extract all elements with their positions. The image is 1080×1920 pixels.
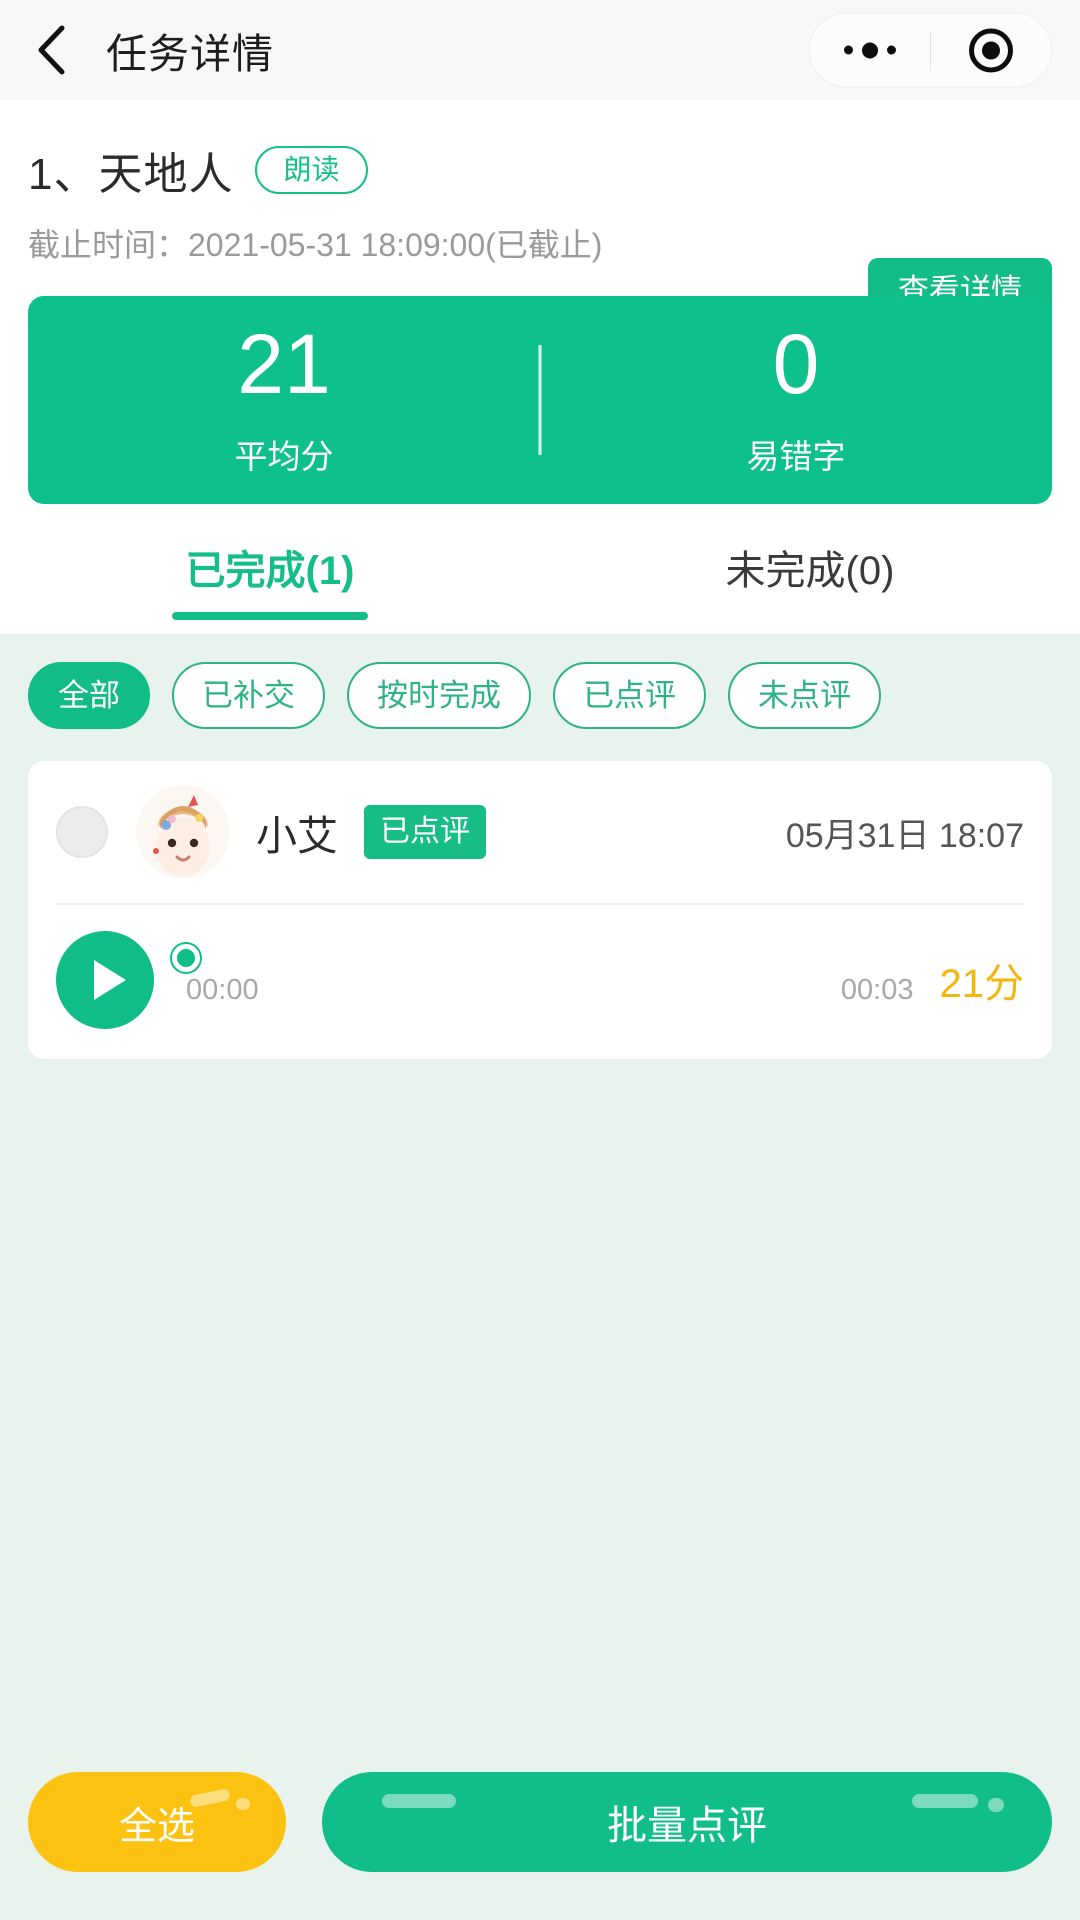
tab-active-underline [712, 612, 908, 620]
tab-uncompleted[interactable]: 未完成(0) [540, 538, 1080, 634]
select-all-button[interactable]: 全选 [28, 1772, 286, 1872]
tab-active-underline [172, 612, 368, 620]
filter-chip-reviewed[interactable]: 已点评 [553, 662, 706, 729]
button-gloss [912, 1794, 978, 1808]
more-dots-icon [844, 42, 896, 58]
button-gloss [189, 1787, 231, 1809]
navigation-bar: 任务详情 [0, 0, 1080, 100]
score-value: 21分 [939, 962, 1025, 1006]
close-miniprogram-button[interactable] [931, 14, 1051, 87]
stat-error-characters: 0 易错字 [540, 322, 1052, 478]
audio-player: 00:00 00:03 21分 [56, 905, 1024, 1029]
batch-review-label: 批量点评 [607, 1804, 767, 1848]
submit-time: 05月31日 18:07 [785, 816, 1024, 855]
submission-card-header: 小艾 已点评 05月31日 18:07 [56, 785, 1024, 905]
stats-section: 21 平均分 0 易错字 [0, 266, 1080, 504]
status-tabs: 已完成(1) 未完成(0) [0, 504, 1080, 634]
filter-chip-all[interactable]: 全部 [28, 662, 150, 729]
filter-chip-on-time[interactable]: 按时完成 [347, 662, 531, 729]
current-time: 00:00 [186, 973, 259, 1006]
filter-chip-resubmitted[interactable]: 已补交 [172, 662, 325, 729]
stat-value: 21 [237, 317, 331, 411]
wechat-capsule-bar [809, 12, 1052, 88]
student-name: 小艾 [256, 813, 338, 859]
select-all-label: 全选 [118, 1805, 195, 1848]
back-icon[interactable] [28, 25, 74, 75]
stat-average-score: 21 平均分 [28, 322, 540, 478]
stat-value: 0 [772, 317, 820, 411]
progress-knob[interactable] [172, 943, 200, 972]
stats-divider [538, 345, 542, 455]
stat-label: 易错字 [746, 438, 846, 475]
task-type-tag: 朗读 [255, 146, 368, 194]
play-icon [94, 960, 126, 1000]
submission-card[interactable]: 小艾 已点评 05月31日 18:07 00:00 00:03 21分 [28, 761, 1052, 1059]
bottom-action-bar: 全选 批量点评 [0, 1772, 1080, 1872]
tab-label: 已完成(1) [185, 549, 355, 593]
play-button[interactable] [56, 931, 154, 1029]
task-title: 1、天地人 [28, 150, 234, 199]
more-menu-button[interactable] [810, 14, 930, 87]
button-gloss [236, 1798, 250, 1810]
stat-label: 平均分 [234, 438, 334, 475]
button-gloss [988, 1798, 1004, 1812]
tab-label: 未完成(0) [725, 549, 895, 593]
task-header: 1、天地人 朗读 截止时间：2021-05-31 18:09:00(已截止) 查… [0, 100, 1080, 323]
page-title: 任务详情 [106, 31, 274, 77]
filter-chip-row: 全部 已补交 按时完成 已点评 未点评 [0, 634, 1080, 739]
avatar [136, 785, 230, 879]
filter-chip-not-reviewed[interactable]: 未点评 [728, 662, 881, 729]
progress-times: 00:00 00:03 [186, 974, 914, 1007]
select-checkbox[interactable] [56, 806, 108, 858]
status-badge: 已点评 [364, 805, 486, 859]
task-title-row: 1、天地人 朗读 [28, 138, 1052, 202]
target-circle-icon [969, 28, 1013, 72]
stats-card: 21 平均分 0 易错字 [28, 296, 1052, 504]
button-gloss [382, 1794, 456, 1808]
batch-review-button[interactable]: 批量点评 [322, 1772, 1052, 1872]
total-time: 00:03 [840, 973, 914, 1006]
progress-area: 00:00 00:03 [172, 943, 914, 1007]
tab-completed[interactable]: 已完成(1) [0, 538, 540, 634]
